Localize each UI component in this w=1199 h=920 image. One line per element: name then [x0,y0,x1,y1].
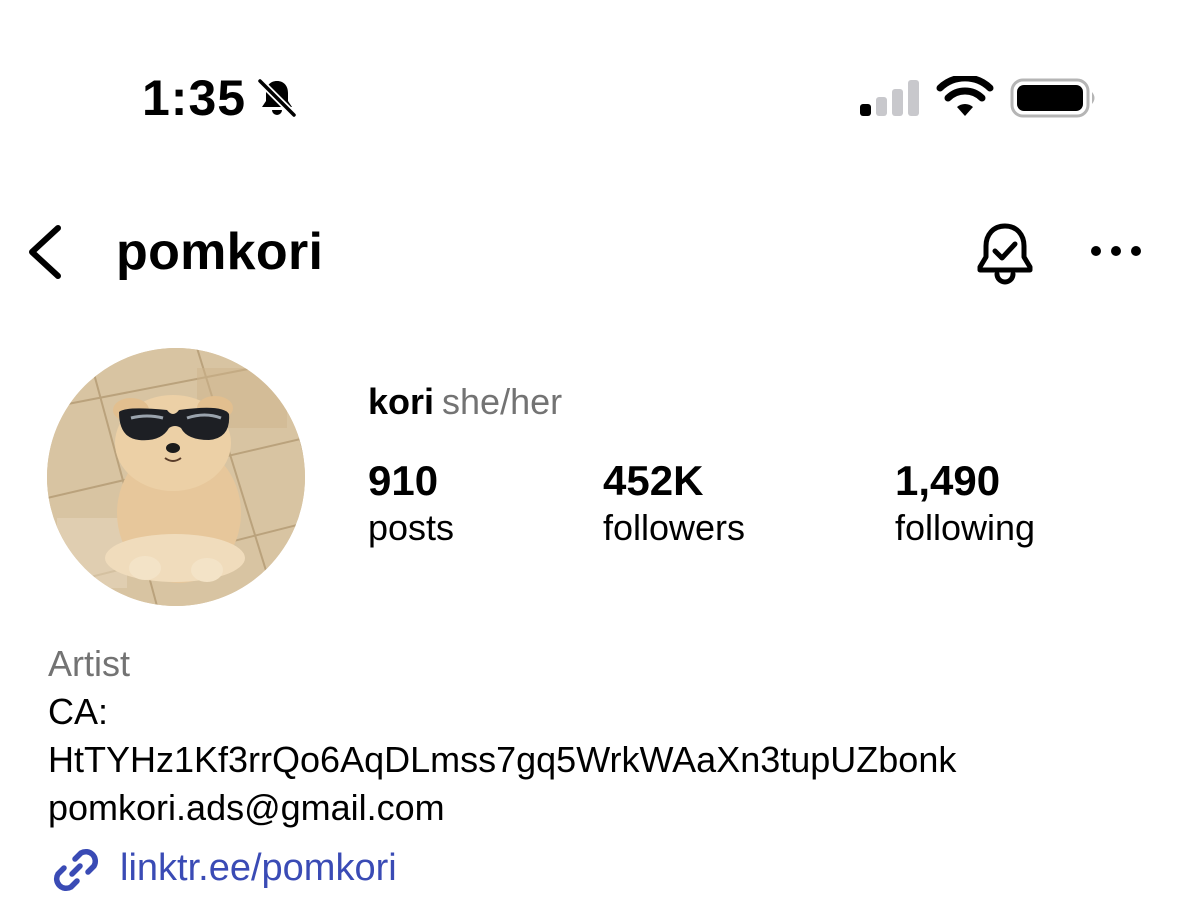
status-time: 1:35 [142,70,247,126]
signal-bar [876,97,887,116]
bio: Artist CA: HtTYHz1Kf3rrQo6AqDLmss7gq5Wrk… [48,640,956,832]
name-row: kori she/her [368,380,562,424]
following-count: 1,490 [895,457,1001,504]
signal-bar [860,104,871,116]
bell-check-icon[interactable] [970,218,1040,288]
stat-followers[interactable]: 452K followers [603,456,745,550]
posts-count: 910 [368,457,439,504]
bio-line: HtTYHz1Kf3rrQo6AqDLmss7gq5WrkWAaXn3tupUZ… [48,739,957,780]
wifi-icon [936,76,994,116]
bio-line: pomkori.ads@gmail.com [48,787,445,828]
profile-photo [47,348,305,606]
signal-bar [892,89,903,116]
stat-following[interactable]: 1,490 following [895,456,1035,550]
pronouns: she/her [442,381,563,422]
display-name: kori [368,381,435,422]
bio-line: CA: [48,691,109,732]
link-text: linktr.ee/pomkori [120,847,397,889]
link-icon [53,848,99,892]
followers-count: 452K [603,457,704,504]
followers-label: followers [603,507,746,548]
battery-icon [1010,78,1095,118]
page-title-username: pomkori [116,223,324,281]
back-chevron-icon[interactable] [22,222,66,282]
more-dots-icon[interactable] [1088,234,1144,268]
signal-bar [908,80,919,116]
bio-category: Artist [48,643,131,684]
status-bar: 1:35 [0,0,1199,190]
cellular-signal-icon [860,80,919,116]
following-label: following [895,507,1036,548]
posts-label: posts [368,507,455,548]
stat-posts[interactable]: 910 posts [368,456,454,550]
bell-slash-icon [256,77,298,119]
avatar[interactable] [47,348,305,606]
